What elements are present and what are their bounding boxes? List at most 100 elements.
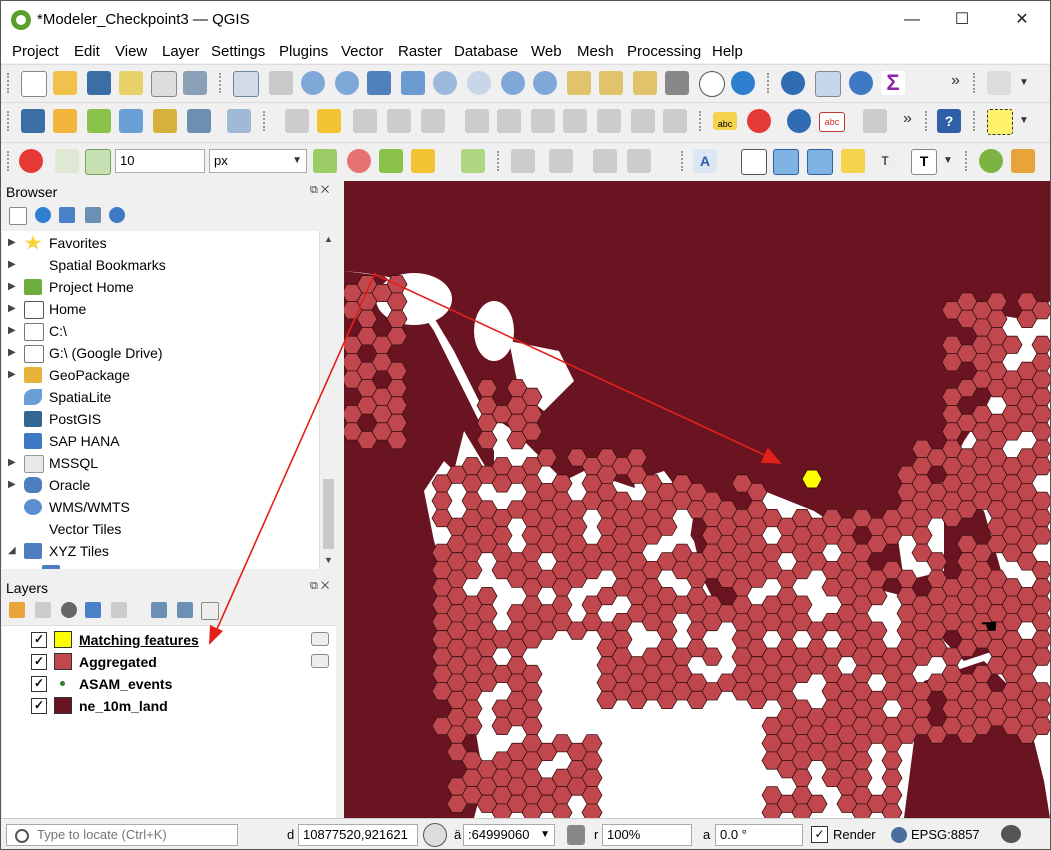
- browser-item-home[interactable]: ▶ Home: [2, 298, 319, 320]
- zoom-full-icon[interactable]: [367, 71, 391, 95]
- render-checkbox[interactable]: ✓: [811, 826, 828, 843]
- scale-field[interactable]: :64999060 ▼: [463, 824, 555, 846]
- add-selected-layers-icon[interactable]: [9, 207, 27, 225]
- menu-help[interactable]: Help: [712, 43, 743, 60]
- expand-arrow-icon[interactable]: ▶: [8, 298, 16, 320]
- locator-search-input[interactable]: Type to locate (Ctrl+K): [6, 824, 238, 846]
- snap-vertex-icon[interactable]: [85, 149, 111, 175]
- menu-vector[interactable]: Vector: [341, 43, 384, 60]
- layer-symbol[interactable]: [54, 653, 72, 670]
- chevron-down-icon[interactable]: ▼: [943, 155, 953, 166]
- filter-legend-icon[interactable]: [85, 602, 101, 618]
- scroll-up-icon[interactable]: ▲: [320, 231, 337, 248]
- style-manager-icon[interactable]: [183, 71, 207, 95]
- snap-intersection-icon[interactable]: [347, 149, 371, 173]
- matching-feature-hexagon[interactable]: [801, 469, 823, 489]
- highlight-label-icon[interactable]: [787, 109, 811, 133]
- zoom-to-layer-icon[interactable]: [433, 71, 457, 95]
- chevron-down-icon[interactable]: ▼: [1019, 77, 1029, 88]
- layer-visibility-checkbox[interactable]: ✓: [31, 632, 47, 648]
- magnifier-field[interactable]: 100%: [602, 824, 692, 846]
- manage-visibility-icon[interactable]: [61, 602, 77, 618]
- redo-icon[interactable]: [663, 109, 687, 133]
- browser-item-c-drive[interactable]: ▶ C:\: [2, 320, 319, 342]
- toolbar-handle[interactable]: [7, 151, 12, 171]
- collapse-all-icon[interactable]: [85, 207, 101, 223]
- self-snapping-icon[interactable]: [379, 149, 403, 173]
- toolbar-handle[interactable]: [681, 151, 686, 171]
- menu-processing[interactable]: Processing: [627, 43, 701, 60]
- undo-icon[interactable]: [631, 109, 655, 133]
- zoom-native-icon[interactable]: [467, 71, 491, 95]
- add-vector-layer-icon[interactable]: [87, 109, 111, 133]
- messages-icon[interactable]: [1001, 825, 1021, 843]
- menu-settings[interactable]: Settings: [211, 43, 265, 60]
- snapping-magnet-icon[interactable]: [19, 149, 43, 173]
- menu-raster[interactable]: Raster: [398, 43, 442, 60]
- toolbar-handle[interactable]: [925, 111, 930, 131]
- zoom-last-icon[interactable]: [501, 71, 525, 95]
- add-ring-icon[interactable]: [593, 149, 617, 173]
- delete-selected-icon[interactable]: [497, 109, 521, 133]
- new-project-icon[interactable]: [21, 71, 47, 97]
- browser-item-project-home[interactable]: ▶ Project Home: [2, 276, 319, 298]
- create-marker-annotation-icon[interactable]: [841, 149, 865, 173]
- select-annotation-icon[interactable]: [741, 149, 767, 175]
- zoom-in-icon[interactable]: [301, 71, 325, 95]
- pan-map-icon[interactable]: [233, 71, 259, 97]
- rotation-field[interactable]: 0.0 °: [715, 824, 803, 846]
- expand-arrow-icon[interactable]: ▶: [8, 474, 16, 496]
- add-spatialite-layer-icon[interactable]: [119, 109, 143, 133]
- map-canvas[interactable]: ☚: [344, 181, 1050, 818]
- create-polygon-annotation-icon[interactable]: [773, 149, 799, 175]
- filter-icon[interactable]: [59, 207, 75, 223]
- scroll-down-icon[interactable]: ▼: [320, 552, 337, 569]
- toolbar-overflow-button[interactable]: »: [951, 72, 960, 90]
- layer-visibility-checkbox[interactable]: ✓: [31, 676, 47, 692]
- toolbar-handle[interactable]: [7, 73, 12, 93]
- processing-toolbox-icon[interactable]: [849, 71, 873, 95]
- new-3d-view-icon[interactable]: [599, 71, 623, 95]
- save-layer-edits-icon[interactable]: [353, 109, 377, 133]
- data-source-manager-icon[interactable]: [21, 109, 45, 133]
- layer-symbol[interactable]: [54, 697, 72, 714]
- layer-indicator-icon[interactable]: [311, 654, 329, 668]
- open-project-icon[interactable]: [53, 71, 77, 95]
- layer-visibility-checkbox[interactable]: ✓: [31, 698, 47, 714]
- add-delimited-text-icon[interactable]: [153, 109, 177, 133]
- add-feature-icon[interactable]: [387, 109, 411, 133]
- menu-web[interactable]: Web: [531, 43, 562, 60]
- lock-scale-icon[interactable]: [567, 825, 585, 845]
- snapping-mode-icon[interactable]: [55, 149, 79, 173]
- topological-editing-icon[interactable]: [313, 149, 337, 173]
- crs-label[interactable]: EPSG:8857: [911, 827, 980, 842]
- layer-visibility-checkbox[interactable]: ✓: [31, 654, 47, 670]
- browser-item-xyz-tiles[interactable]: ◢ XYZ Tiles: [2, 540, 319, 562]
- layout-manager-icon[interactable]: [151, 71, 177, 97]
- expand-arrow-icon[interactable]: ▶: [8, 452, 16, 474]
- select-features-icon[interactable]: [987, 109, 1013, 135]
- enable-properties-icon[interactable]: [109, 207, 125, 223]
- add-raster-layer-icon[interactable]: [187, 109, 211, 133]
- labeling-icon[interactable]: abc: [713, 112, 737, 130]
- add-virtual-layer-icon[interactable]: [227, 109, 251, 133]
- refresh-icon[interactable]: [35, 207, 51, 223]
- advanced-digitizing-icon[interactable]: [461, 149, 485, 173]
- style-icon[interactable]: [9, 602, 25, 618]
- copy-features-icon[interactable]: [563, 109, 587, 133]
- paste-features-icon[interactable]: [597, 109, 621, 133]
- simplify-feature-icon[interactable]: [549, 149, 573, 173]
- expand-all-icon[interactable]: [151, 602, 167, 618]
- menu-plugins[interactable]: Plugins: [279, 43, 328, 60]
- browser-item-spatialite[interactable]: SpatiaLite: [2, 386, 319, 408]
- show-bookmarks-icon[interactable]: [665, 71, 689, 95]
- browser-item-vector-tiles[interactable]: Vector Tiles: [2, 518, 319, 540]
- expand-arrow-icon[interactable]: ▶: [8, 320, 16, 342]
- layer-indicator-icon[interactable]: [311, 632, 329, 646]
- menu-mesh[interactable]: Mesh: [577, 43, 614, 60]
- layer-row-matching-features[interactable]: ✓ Matching features: [2, 629, 336, 651]
- toolbar-handle[interactable]: [767, 73, 772, 93]
- text-annotation-icon[interactable]: A: [693, 149, 717, 173]
- toolbar-handle[interactable]: [699, 111, 704, 131]
- filter-expression-icon[interactable]: [111, 602, 127, 618]
